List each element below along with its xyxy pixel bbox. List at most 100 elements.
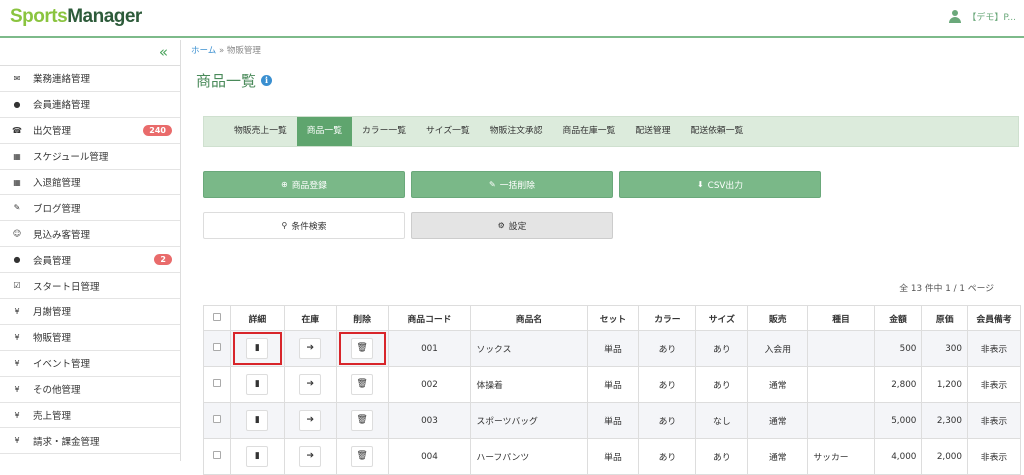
table-row: ▮ ➔ 🗑 003 スポーツバッグ 単品 あり なし 通常 5,000 2,30… xyxy=(203,402,1021,439)
product-set: 単品 xyxy=(586,366,640,403)
bulk-delete-button[interactable]: ✎ 一括削除 xyxy=(411,171,613,198)
tab-5[interactable]: 商品在庫一覧 xyxy=(553,117,626,146)
sidebar-item-7[interactable]: ● 会員管理 2 xyxy=(0,247,180,274)
info-icon[interactable]: i xyxy=(261,75,273,86)
product-name: スポーツバッグ xyxy=(470,402,588,439)
product-set: 単品 xyxy=(586,330,640,367)
csv-export-button[interactable]: ⬇ CSV出力 xyxy=(619,171,821,198)
tab-1[interactable]: 商品一覧 xyxy=(296,117,352,146)
tab-7[interactable]: 配送依頼一覧 xyxy=(681,117,754,146)
pencil-icon: ✎ xyxy=(489,180,496,189)
table-row: ▮ ➔ 🗑 002 体操着 単品 あり あり 通常 2,800 1,200 非表… xyxy=(203,366,1021,403)
detail-file-icon[interactable]: ▮ xyxy=(246,410,269,431)
column-header: カラー xyxy=(638,305,697,331)
breadcrumb-home-link[interactable]: ホーム xyxy=(191,46,216,56)
product-cost: 300 xyxy=(921,330,968,367)
detail-file-icon[interactable]: ▮ xyxy=(246,374,269,395)
product-size: あり xyxy=(695,330,749,367)
condition-search-button[interactable]: ⚲ 条件検索 xyxy=(203,212,405,239)
register-product-button[interactable]: ⊕ 商品登録 xyxy=(203,171,405,198)
sidebar-item-8[interactable]: ☑ スタート日管理 xyxy=(0,273,180,300)
sidebar-item-0[interactable]: ✉ 業務連絡管理 xyxy=(0,66,180,92)
sidebar-item-3[interactable]: ▦ スケジュール管理 xyxy=(0,144,180,170)
product-category: サッカー xyxy=(807,438,875,475)
product-price: 5,000 xyxy=(873,402,923,439)
sidebar-item-label: 売上管理 xyxy=(33,411,72,423)
calendar-icon: ▦ xyxy=(13,177,21,187)
row-checkbox[interactable] xyxy=(212,451,221,459)
trash-icon[interactable]: 🗑 xyxy=(351,374,374,395)
member-note: 非表示 xyxy=(967,402,1021,439)
sidebar-item-13[interactable]: ¥ 売上管理 xyxy=(0,403,180,429)
product-color: あり xyxy=(638,402,697,439)
trash-icon[interactable]: 🗑 xyxy=(351,338,374,359)
smile-icon: ☺ xyxy=(12,229,22,239)
table-header-row: 詳細 在庫 削除 商品コード 商品名 セット カラー サイズ 販売 種目 金額 原価 会員備考 xyxy=(203,305,1021,331)
detail-file-icon[interactable]: ▮ xyxy=(246,446,269,467)
tab-6[interactable]: 配送管理 xyxy=(625,117,680,146)
product-category xyxy=(807,330,875,367)
sidebar-item-6[interactable]: ☺ 見込み客管理 xyxy=(0,221,180,248)
gear-icon: ⚙ xyxy=(497,221,505,230)
column-header: 会員備考 xyxy=(967,305,1021,331)
yen-icon: ¥ xyxy=(14,332,20,342)
envelope-icon: ✉ xyxy=(13,73,21,83)
user-menu[interactable]: 【デモ】P... xyxy=(949,10,1016,23)
arrow-right-icon[interactable]: ➔ xyxy=(299,446,322,467)
product-price: 500 xyxy=(873,330,923,367)
sidebar-collapse-button[interactable]: « xyxy=(0,40,180,66)
sidebar-item-label: 出欠管理 xyxy=(33,126,72,138)
breadcrumb: ホーム » 物販管理 xyxy=(191,44,261,56)
sidebar-item-10[interactable]: ¥ 物販管理 xyxy=(0,325,180,351)
trash-icon[interactable]: 🗑 xyxy=(351,410,374,431)
product-size: なし xyxy=(695,402,749,439)
tab-3[interactable]: サイズ一覧 xyxy=(416,117,480,146)
sidebar-item-label: 入退館管理 xyxy=(33,178,81,189)
sports-manager-logo[interactable]: SportsManager xyxy=(10,6,142,28)
comment-icon: ● xyxy=(13,99,21,109)
logo-text-manager: Manager xyxy=(67,6,142,27)
sub-nav-tabs: 物販売上一覧 商品一覧 カラー一覧 サイズ一覧 物販注文承認 商品在庫一覧 配送管理 配送依頼… xyxy=(203,116,1019,147)
row-select-cell xyxy=(203,402,231,439)
settings-button[interactable]: ⚙ 設定 xyxy=(411,212,613,239)
column-header: 商品名 xyxy=(470,305,588,331)
tab-4[interactable]: 物販注文承認 xyxy=(480,117,553,146)
row-checkbox[interactable] xyxy=(212,415,221,423)
trash-icon[interactable]: 🗑 xyxy=(351,446,374,467)
page-title: 商品一覧 i xyxy=(196,70,273,91)
row-checkbox[interactable] xyxy=(212,343,221,351)
register-product-label: 商品登録 xyxy=(291,181,327,191)
product-cost: 2,000 xyxy=(921,438,968,475)
arrow-right-icon[interactable]: ➔ xyxy=(299,374,322,395)
user-name: 【デモ】P... xyxy=(967,13,1016,23)
sidebar-item-9[interactable]: ¥ 月謝管理 xyxy=(0,299,180,325)
select-all-header[interactable] xyxy=(203,305,231,331)
sidebar-item-5[interactable]: ✎ ブログ管理 xyxy=(0,195,180,222)
table-row: ▮ ➔ 🗑 001 ソックス 単品 あり あり 入会用 500 300 非表示 xyxy=(203,330,1021,367)
select-all-checkbox[interactable] xyxy=(212,312,221,321)
sidebar-item-2[interactable]: ☎ 出欠管理 240 xyxy=(0,118,180,144)
sidebar-item-label: スケジュール管理 xyxy=(33,152,109,164)
product-code: 001 xyxy=(387,330,472,367)
stock-cell: ➔ xyxy=(283,330,337,367)
detail-file-icon[interactable]: ▮ xyxy=(246,338,269,359)
settings-label: 設定 xyxy=(508,222,527,232)
page-title-text: 商品一覧 xyxy=(196,72,257,90)
arrow-right-icon[interactable]: ➔ xyxy=(299,338,322,359)
detail-cell: ▮ xyxy=(229,438,285,475)
sidebar-item-1[interactable]: ● 会員連絡管理 xyxy=(0,92,180,118)
product-set: 単品 xyxy=(586,402,640,439)
sidebar-item-label: 物販管理 xyxy=(33,333,72,345)
row-checkbox[interactable] xyxy=(212,379,221,387)
tab-2[interactable]: カラー一覧 xyxy=(352,117,416,146)
sidebar-item-14[interactable]: ¥ 請求・課金管理 xyxy=(0,428,180,455)
csv-export-label: CSV出力 xyxy=(707,181,744,191)
tab-0[interactable]: 物販売上一覧 xyxy=(224,117,297,146)
sidebar-item-4[interactable]: ▦ 入退館管理 xyxy=(0,170,180,196)
breadcrumb-current: 物販管理 xyxy=(226,46,261,56)
product-table: 詳細 在庫 削除 商品コード 商品名 セット カラー サイズ 販売 種目 金額 原価 会員備考 ▮ ➔ … xyxy=(203,305,1021,475)
sidebar-item-12[interactable]: ¥ その他管理 xyxy=(0,377,180,403)
arrow-right-icon[interactable]: ➔ xyxy=(299,410,322,431)
sidebar-item-11[interactable]: ¥ イベント管理 xyxy=(0,351,180,377)
product-color: あり xyxy=(638,438,697,475)
